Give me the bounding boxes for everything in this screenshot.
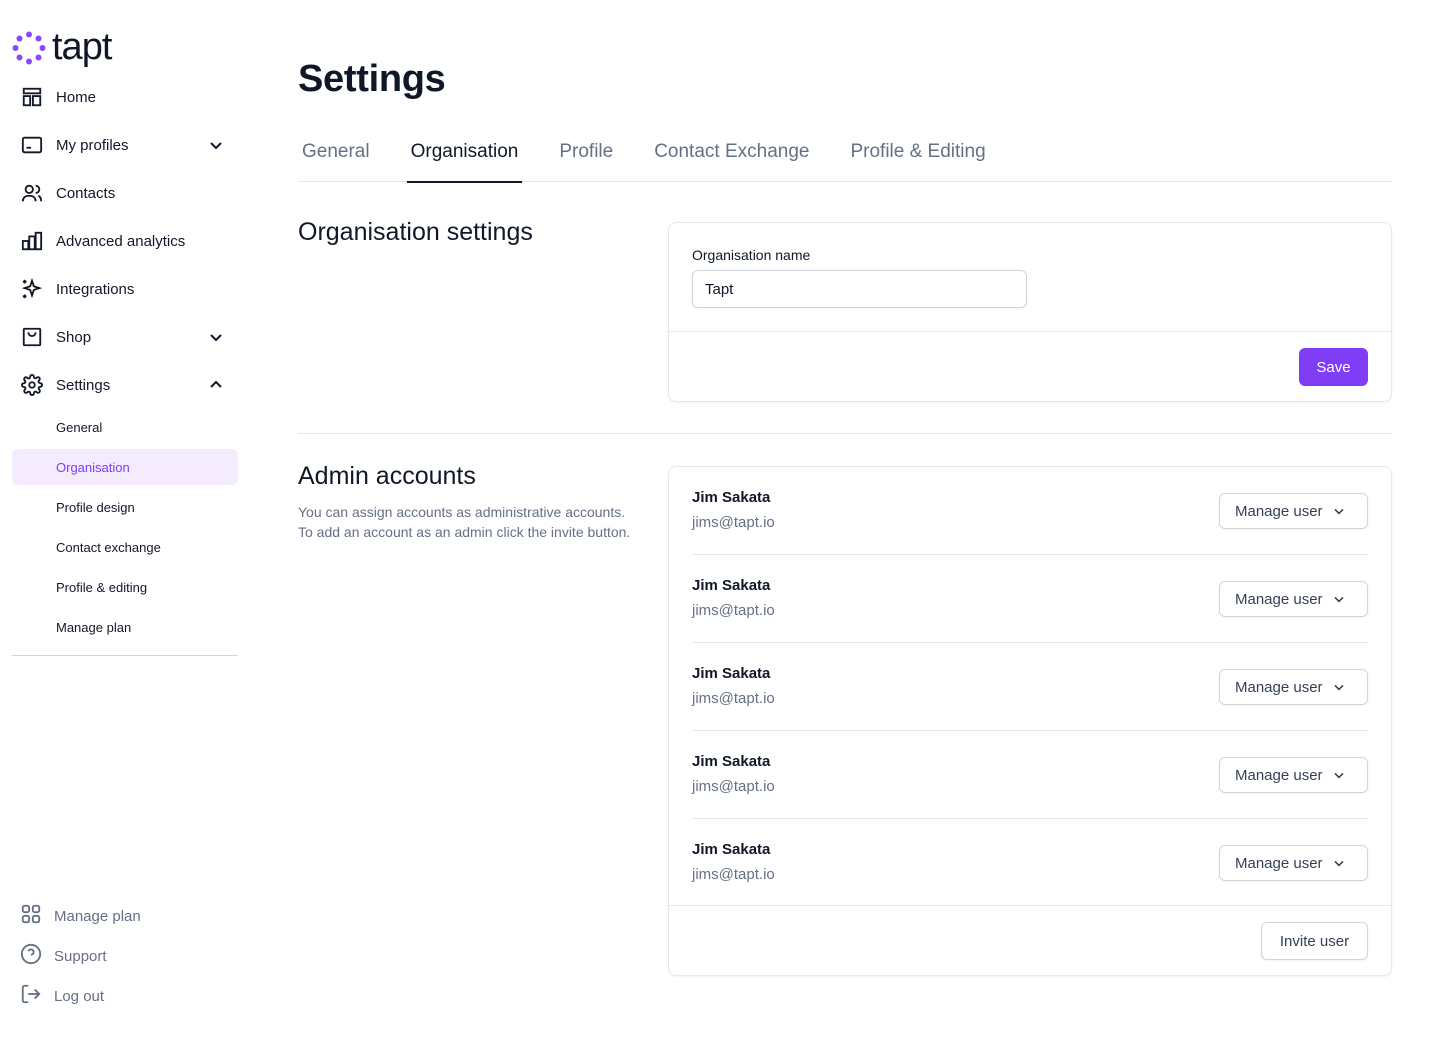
main-nav: Home My profiles Contacts Advanced analy… (12, 73, 238, 649)
sidebar-item-label: Contacts (56, 184, 116, 202)
manage-user-button[interactable]: Manage user (1219, 757, 1368, 793)
chevron-down-icon (1333, 508, 1344, 515)
list-item: Jim Sakata jims@tapt.io Manage user (692, 643, 1368, 731)
card-divider (669, 905, 1391, 906)
logo[interactable]: tapt (12, 26, 112, 68)
manage-user-button[interactable]: Manage user (1219, 581, 1368, 617)
sidebar: tapt Home My profiles Contacts Advanced … (0, 0, 250, 1040)
admin-accounts-description: You can assign accounts as administrativ… (298, 504, 631, 540)
user-email: jims@tapt.io (692, 690, 775, 707)
chevron-down-icon[interactable] (206, 135, 226, 155)
gear-icon (20, 373, 44, 397)
manage-user-label: Manage user (1235, 854, 1323, 872)
user-name: Jim Sakata (692, 665, 771, 682)
submenu-item-contact-exchange[interactable]: Contact exchange (12, 529, 238, 565)
sidebar-item-label: Home (56, 88, 97, 106)
tab-organisation[interactable]: Organisation (406, 130, 523, 183)
list-item: Jim Sakata jims@tapt.io Manage user (692, 819, 1368, 907)
save-button[interactable]: Save (1299, 348, 1368, 386)
logout-icon (20, 983, 42, 1010)
chevron-down-icon[interactable] (206, 327, 226, 347)
user-email: jims@tapt.io (692, 778, 775, 795)
manage-user-button[interactable]: Manage user (1219, 493, 1368, 529)
bottom-item-label: Log out (54, 987, 105, 1005)
admin-accounts-card: Jim Sakata jims@tapt.io Manage user Jim … (668, 466, 1392, 976)
bottom-item-label: Manage plan (54, 907, 141, 925)
sidebar-item-shop[interactable]: Shop (12, 313, 238, 361)
sidebar-item-label: Shop (56, 328, 92, 346)
list-item: Jim Sakata jims@tapt.io Manage user (692, 467, 1368, 555)
list-item: Jim Sakata jims@tapt.io Manage user (692, 731, 1368, 819)
settings-tabs: General Organisation Profile Contact Exc… (298, 130, 1392, 183)
org-settings-card: Organisation name Save (668, 222, 1392, 402)
sparkle-icon (20, 277, 44, 301)
tab-profile-editing[interactable]: Profile & Editing (846, 130, 989, 182)
user-name: Jim Sakata (692, 577, 771, 594)
grid-icon (20, 903, 42, 930)
section-divider (298, 433, 1392, 434)
users-icon (20, 181, 44, 205)
user-name: Jim Sakata (692, 489, 771, 506)
bar-chart-icon (20, 229, 44, 253)
user-email: jims@tapt.io (692, 514, 775, 531)
org-name-label: Organisation name (692, 247, 811, 263)
manage-user-label: Manage user (1235, 766, 1323, 784)
bottom-item-log-out[interactable]: Log out (12, 976, 238, 1016)
shopping-bag-icon (20, 325, 44, 349)
submenu-item-profile-editing[interactable]: Profile & editing (12, 569, 238, 605)
card-divider (669, 331, 1391, 332)
submenu-item-manage-plan[interactable]: Manage plan (12, 609, 238, 645)
user-email: jims@tapt.io (692, 866, 775, 883)
settings-submenu: General Organisation Profile design Cont… (12, 409, 238, 645)
profile-card-icon (20, 133, 44, 157)
manage-user-button[interactable]: Manage user (1219, 669, 1368, 705)
logo-text: tapt (52, 26, 112, 68)
sidebar-item-my-profiles[interactable]: My profiles (12, 121, 238, 169)
sidebar-item-settings[interactable]: Settings (12, 361, 238, 409)
submenu-item-profile-design[interactable]: Profile design (12, 489, 238, 525)
tab-profile[interactable]: Profile (555, 130, 617, 182)
sidebar-item-home[interactable]: Home (12, 73, 238, 121)
sidebar-item-contacts[interactable]: Contacts (12, 169, 238, 217)
bottom-nav: Manage plan Support Log out (12, 896, 238, 1016)
chevron-down-icon (1333, 772, 1344, 779)
tab-general[interactable]: General (298, 130, 374, 182)
submenu-item-general[interactable]: General (12, 409, 238, 445)
submenu-item-organisation[interactable]: Organisation (12, 449, 238, 485)
chevron-down-icon (1333, 684, 1344, 691)
sidebar-item-label: Advanced analytics (56, 232, 186, 250)
user-name: Jim Sakata (692, 841, 771, 858)
user-name: Jim Sakata (692, 753, 771, 770)
org-name-input[interactable] (692, 270, 1027, 308)
invite-user-button[interactable]: Invite user (1261, 922, 1368, 960)
chevron-down-icon (1333, 860, 1344, 867)
sidebar-item-advanced-analytics[interactable]: Advanced analytics (12, 217, 238, 265)
sidebar-item-label: My profiles (56, 136, 129, 154)
manage-user-button[interactable]: Manage user (1219, 845, 1368, 881)
chevron-up-icon[interactable] (206, 375, 226, 395)
sidebar-item-integrations[interactable]: Integrations (12, 265, 238, 313)
user-email: jims@tapt.io (692, 602, 775, 619)
list-item: Jim Sakata jims@tapt.io Manage user (692, 555, 1368, 643)
manage-user-label: Manage user (1235, 678, 1323, 696)
help-circle-icon (20, 943, 42, 970)
manage-user-label: Manage user (1235, 502, 1323, 520)
sidebar-item-label: Settings (56, 376, 111, 394)
org-settings-title: Organisation settings (298, 218, 533, 246)
admin-accounts-title: Admin accounts (298, 462, 476, 490)
bottom-item-support[interactable]: Support (12, 936, 238, 976)
home-icon (20, 85, 44, 109)
tapt-logo-icon (12, 31, 46, 65)
sidebar-item-label: Integrations (56, 280, 135, 298)
tab-contact-exchange[interactable]: Contact Exchange (650, 130, 813, 182)
bottom-item-label: Support (54, 947, 107, 965)
page-title: Settings (298, 58, 446, 100)
bottom-item-manage-plan[interactable]: Manage plan (12, 896, 238, 936)
manage-user-label: Manage user (1235, 590, 1323, 608)
chevron-down-icon (1333, 596, 1344, 603)
sidebar-divider (12, 655, 238, 656)
